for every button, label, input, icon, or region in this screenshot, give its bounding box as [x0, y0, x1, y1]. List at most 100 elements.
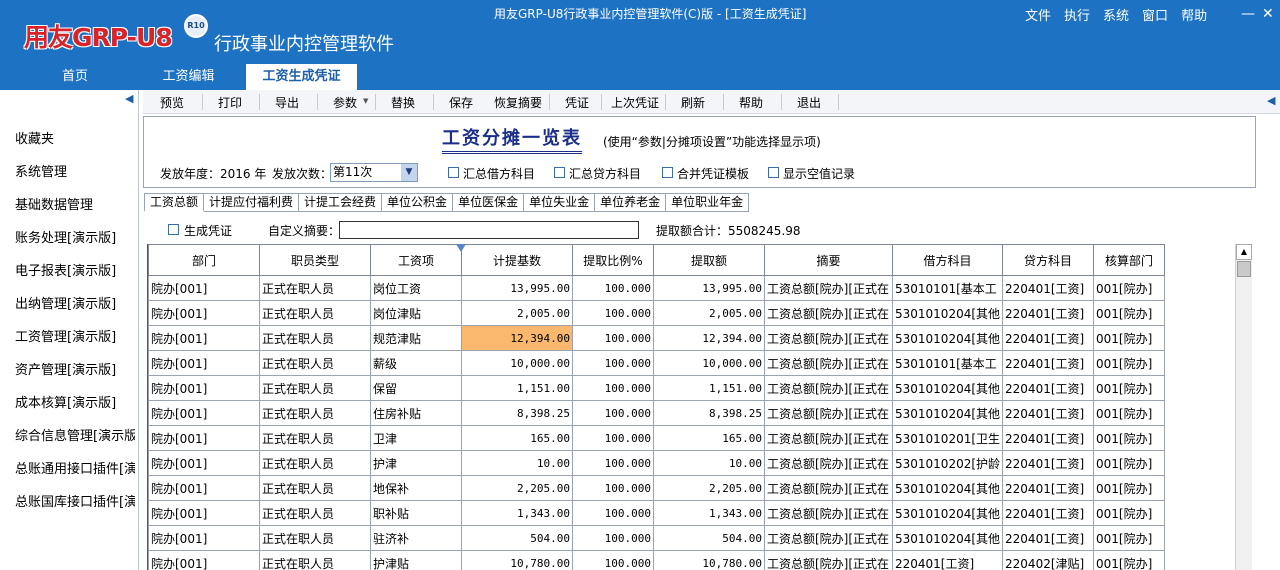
menu-window[interactable]: 窗口	[1142, 5, 1168, 24]
table-cell[interactable]: 驻济补	[370, 525, 462, 551]
column-header[interactable]: 核算部门	[1093, 244, 1166, 276]
table-cell[interactable]: 岗位津贴	[370, 300, 462, 326]
menu-file[interactable]: 文件	[1025, 5, 1051, 24]
refresh-button[interactable]: 刷新	[681, 94, 705, 111]
table-row[interactable]: 院办[001] 正式在职人员 规范津贴 12,394.00 100.000 12,394.…	[148, 325, 1166, 351]
exit-button[interactable]: 退出	[797, 94, 821, 111]
table-cell[interactable]: 工资总额[院办][正式在	[764, 450, 893, 476]
column-resize-marker-icon[interactable]	[456, 244, 466, 252]
table-cell[interactable]: 10.00	[653, 450, 765, 476]
column-header[interactable]: 工资项	[370, 244, 462, 276]
print-button[interactable]: 打印	[218, 94, 242, 111]
table-cell[interactable]: 工资总额[院办][正式在	[764, 300, 893, 326]
table-cell[interactable]: 工资总额[院办][正式在	[764, 275, 893, 301]
sidebar-item-payroll[interactable]: 工资管理[演示版]	[15, 326, 135, 345]
merge-template-checkbox[interactable]	[662, 167, 673, 178]
sidebar-item-info[interactable]: 综合信息管理[演示版]	[15, 425, 135, 444]
table-cell[interactable]: 220401[工资]	[1002, 350, 1095, 376]
table-cell[interactable]: 岗位工资	[370, 275, 462, 301]
sidebar-item-accounting[interactable]: 账务处理[演示版]	[15, 227, 135, 246]
tab-salary-edit[interactable]: 工资编辑	[150, 64, 227, 90]
menu-help[interactable]: 帮助	[1181, 5, 1207, 24]
table-cell[interactable]: 220401[工资]	[1002, 325, 1095, 351]
table-row[interactable]: 院办[001] 正式在职人员 住房补贴 8,398.25 100.000 8,398.25…	[148, 400, 1166, 426]
table-cell[interactable]: 院办[001]	[148, 300, 260, 326]
generate-voucher-checkbox[interactable]	[168, 224, 179, 235]
table-cell[interactable]: 工资总额[院办][正式在	[764, 375, 893, 401]
table-cell[interactable]: 院办[001]	[148, 425, 260, 451]
table-cell[interactable]: 2,005.00	[653, 300, 765, 326]
save-button[interactable]: 保存	[449, 94, 473, 111]
preview-button[interactable]: 预览	[160, 94, 184, 111]
table-cell[interactable]: 护津	[370, 450, 462, 476]
table-cell[interactable]: 正式在职人员	[259, 325, 371, 351]
tab-union-fee[interactable]: 计提工会经费	[299, 193, 383, 212]
tab-home[interactable]: 首页	[0, 64, 150, 90]
table-cell[interactable]: 53010101[基本工	[891, 275, 1004, 301]
sum-credit-checkbox[interactable]	[554, 167, 565, 178]
table-cell[interactable]: 工资总额[院办][正式在	[764, 325, 893, 351]
table-cell[interactable]: 001[院办]	[1093, 450, 1166, 476]
table-row[interactable]: 院办[001] 正式在职人员 薪级 10,000.00 100.000 10,000.00…	[148, 350, 1166, 376]
table-cell[interactable]: 220401[工资]	[1002, 500, 1095, 526]
table-cell[interactable]: 5301010204[其他	[891, 375, 1004, 401]
table-cell[interactable]: 2,005.00	[461, 300, 573, 326]
table-cell[interactable]: 8,398.25	[653, 400, 765, 426]
params-button[interactable]: 参数	[333, 94, 357, 111]
table-cell[interactable]: 10,780.00	[653, 550, 765, 570]
table-cell[interactable]: 院办[001]	[148, 400, 260, 426]
column-header[interactable]: 计提基数	[461, 244, 573, 276]
chevron-down-icon[interactable]: ▼	[363, 97, 368, 105]
table-row[interactable]: 院办[001] 正式在职人员 护津贴 10,780.00 100.000 10,780.0…	[148, 550, 1166, 570]
restore-memo-button[interactable]: 恢复摘要	[494, 94, 542, 111]
table-cell[interactable]: 220401[工资]	[891, 550, 1004, 570]
table-row[interactable]: 院办[001] 正式在职人员 驻济补 504.00 100.000 504.00 工资总额[…	[148, 525, 1166, 551]
show-empty-checkbox[interactable]	[768, 167, 779, 178]
table-cell[interactable]: 220401[工资]	[1002, 300, 1095, 326]
table-cell[interactable]: 5301010204[其他	[891, 475, 1004, 501]
table-cell[interactable]: 2,205.00	[461, 475, 573, 501]
table-cell[interactable]: 5301010201[卫生	[891, 425, 1004, 451]
table-cell[interactable]: 001[院办]	[1093, 300, 1166, 326]
table-cell[interactable]: 220401[工资]	[1002, 475, 1095, 501]
tab-salary-voucher[interactable]: 工资生成凭证	[246, 64, 357, 90]
table-cell[interactable]: 正式在职人员	[259, 475, 371, 501]
sidebar-item-costing[interactable]: 成本核算[演示版]	[15, 392, 135, 411]
table-cell[interactable]: 001[院办]	[1093, 425, 1166, 451]
tab-welfare[interactable]: 计提应付福利费	[204, 193, 300, 212]
table-cell[interactable]: 001[院办]	[1093, 275, 1166, 301]
table-cell[interactable]: 12,394.00	[653, 325, 765, 351]
table-cell[interactable]: 院办[001]	[148, 475, 260, 501]
table-cell[interactable]: 100.000	[572, 375, 654, 401]
table-cell[interactable]: 8,398.25	[461, 400, 573, 426]
table-cell[interactable]: 正式在职人员	[259, 350, 371, 376]
table-cell[interactable]: 5301010204[其他	[891, 325, 1004, 351]
replace-button[interactable]: 替换	[391, 94, 415, 111]
table-cell[interactable]: 13,995.00	[653, 275, 765, 301]
tab-pension[interactable]: 单位养老金	[595, 193, 667, 212]
sidebar-item-basic-data[interactable]: 基础数据管理	[15, 194, 135, 213]
table-cell[interactable]: 1,343.00	[461, 500, 573, 526]
table-cell[interactable]: 100.000	[572, 275, 654, 301]
table-cell[interactable]: 001[院办]	[1093, 325, 1166, 351]
table-cell[interactable]: 100.000	[572, 525, 654, 551]
table-cell[interactable]: 220401[工资]	[1002, 275, 1095, 301]
minimize-icon[interactable]: —	[1241, 6, 1255, 22]
column-header[interactable]: 摘要	[764, 244, 893, 276]
table-cell[interactable]: 100.000	[572, 300, 654, 326]
toolbar-collapse-icon[interactable]: ◀	[1267, 94, 1275, 107]
menu-system[interactable]: 系统	[1103, 5, 1129, 24]
table-cell[interactable]: 165.00	[653, 425, 765, 451]
tab-unemployment[interactable]: 单位失业金	[524, 193, 596, 212]
vertical-scrollbar[interactable]: ▲	[1235, 244, 1252, 570]
table-cell[interactable]: 工资总额[院办][正式在	[764, 550, 893, 570]
table-cell[interactable]: 220401[工资]	[1002, 425, 1095, 451]
table-row[interactable]: 院办[001] 正式在职人员 职补贴 1,343.00 100.000 1,343.00 工…	[148, 500, 1166, 526]
table-cell[interactable]: 院办[001]	[148, 350, 260, 376]
table-cell[interactable]: 正式在职人员	[259, 275, 371, 301]
table-cell[interactable]: 100.000	[572, 325, 654, 351]
table-row[interactable]: 院办[001] 正式在职人员 岗位津贴 2,005.00 100.000 2,005.00…	[148, 300, 1166, 326]
table-cell[interactable]: 001[院办]	[1093, 500, 1166, 526]
table-cell[interactable]: 院办[001]	[148, 500, 260, 526]
table-cell[interactable]: 5301010204[其他	[891, 300, 1004, 326]
